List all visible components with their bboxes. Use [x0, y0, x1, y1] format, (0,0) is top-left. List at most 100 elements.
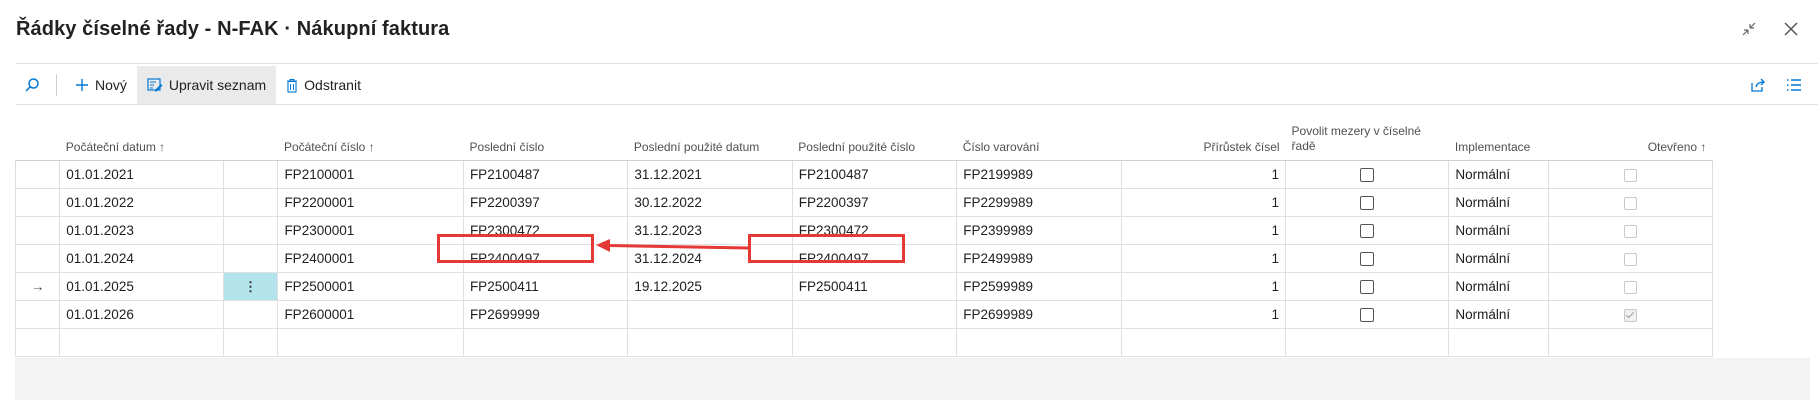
cell-last-no[interactable]: FP2100487	[462, 160, 629, 189]
empty-cell[interactable]	[1120, 328, 1287, 357]
cell-increment[interactable]: 1	[1120, 272, 1287, 301]
cell-last-date[interactable]	[627, 300, 793, 329]
cell-increment[interactable]: 1	[1120, 216, 1287, 245]
row-menu-button[interactable]	[222, 216, 279, 245]
col-header-last-no[interactable]: Poslední číslo	[463, 116, 628, 161]
col-header-warning-no[interactable]: Číslo varování	[956, 116, 1122, 161]
cell-start-no[interactable]: FP2100001	[277, 160, 464, 189]
collapse-icon[interactable]	[1738, 18, 1760, 40]
cell-implementation[interactable]: Normální	[1448, 188, 1549, 217]
col-header-last-used-no[interactable]: Poslední použité číslo	[792, 116, 957, 161]
empty-cell[interactable]	[462, 328, 629, 357]
cell-increment[interactable]: 1	[1120, 244, 1287, 273]
cell-start-date[interactable]: 01.01.2025	[59, 272, 224, 301]
col-header-allow-gaps[interactable]: Povolit mezery v číselné řadě	[1285, 116, 1449, 161]
empty-cell[interactable]	[1285, 328, 1450, 357]
cell-last-no[interactable]: FP2500411	[462, 272, 629, 301]
cell-allow-gaps[interactable]	[1285, 188, 1450, 217]
cell-implementation[interactable]: Normální	[1448, 216, 1549, 245]
empty-cell[interactable]	[1547, 328, 1713, 357]
cell-increment[interactable]: 1	[1120, 188, 1287, 217]
row-menu-button[interactable]	[222, 300, 279, 329]
cell-start-date[interactable]: 01.01.2023	[59, 216, 224, 245]
col-header-increment[interactable]: Přírůstek čísel	[1121, 116, 1286, 161]
cell-last-used-no[interactable]: FP2200397	[791, 188, 958, 217]
empty-cell[interactable]	[277, 328, 464, 357]
cell-warning-no[interactable]: FP2199989	[956, 160, 1122, 189]
cell-warning-no[interactable]: FP2699989	[956, 300, 1122, 329]
cell-warning-no[interactable]: FP2599989	[956, 272, 1122, 301]
col-header-start-date[interactable]: Počáteční datum ↑	[59, 116, 224, 161]
cell-last-no[interactable]: FP2200397	[462, 188, 629, 217]
allow-gaps-checkbox[interactable]	[1360, 196, 1375, 211]
cell-allow-gaps[interactable]	[1285, 244, 1450, 273]
table-row[interactable]: 01.01.2024 FP2400001 FP2400497 31.12.2024 FP…	[14, 244, 1810, 273]
cell-start-date[interactable]: 01.01.2026	[59, 300, 224, 329]
search-button[interactable]	[16, 66, 48, 104]
divider	[16, 104, 1818, 105]
window-controls	[1738, 18, 1802, 40]
cell-allow-gaps[interactable]	[1285, 300, 1450, 329]
new-button[interactable]: Nový	[65, 66, 137, 104]
col-header-last-date[interactable]: Poslední použité datum	[627, 116, 793, 161]
delete-button[interactable]: Odstranit	[276, 66, 371, 104]
cell-allow-gaps[interactable]	[1285, 216, 1450, 245]
table-row[interactable]: 01.01.2021 FP2100001 FP2100487 31.12.2021 FP…	[14, 160, 1810, 189]
cell-warning-no[interactable]: FP2299989	[956, 188, 1122, 217]
cell-implementation[interactable]: Normální	[1448, 244, 1549, 273]
col-header-open[interactable]: Otevřeno ↑	[1548, 116, 1713, 161]
cell-allow-gaps[interactable]	[1285, 272, 1450, 301]
list-view-icon[interactable]	[1786, 78, 1802, 92]
cell-start-date[interactable]: 01.01.2021	[59, 160, 224, 189]
share-icon[interactable]	[1750, 77, 1766, 93]
cell-last-date[interactable]: 31.12.2021	[627, 160, 793, 189]
cell-last-date[interactable]: 19.12.2025	[627, 272, 793, 301]
row-menu-button[interactable]	[222, 244, 279, 273]
cell-start-no[interactable]: FP2500001	[277, 272, 464, 301]
empty-cell[interactable]	[791, 328, 958, 357]
cell-start-date[interactable]: 01.01.2024	[59, 244, 224, 273]
cell-start-no[interactable]: FP2400001	[277, 244, 464, 273]
cell-open	[1547, 244, 1713, 273]
allow-gaps-checkbox[interactable]	[1360, 252, 1375, 267]
edit-list-button[interactable]: Upravit seznam	[136, 66, 277, 104]
row-menu-button[interactable]: ⋮	[222, 272, 279, 301]
cell-start-date[interactable]: 01.01.2022	[59, 188, 224, 217]
cell-implementation[interactable]: Normální	[1448, 272, 1549, 301]
cell-start-no[interactable]: FP2300001	[277, 216, 464, 245]
cell-implementation[interactable]: Normální	[1448, 160, 1549, 189]
empty-cell[interactable]	[59, 328, 224, 357]
cell-allow-gaps[interactable]	[1285, 160, 1450, 189]
cell-last-no[interactable]: FP2699999	[462, 300, 629, 329]
empty-cell[interactable]	[14, 328, 61, 357]
table-row[interactable]: 01.01.2026 FP2600001 FP2699999 FP2699989 1 No…	[14, 300, 1810, 329]
cell-increment[interactable]: 1	[1120, 160, 1287, 189]
cell-start-no[interactable]: FP2600001	[277, 300, 464, 329]
row-menu-button[interactable]	[222, 188, 279, 217]
empty-cell[interactable]	[222, 328, 279, 357]
cell-last-used-no[interactable]: FP2500411	[791, 272, 958, 301]
cell-warning-no[interactable]: FP2499989	[956, 244, 1122, 273]
table-row[interactable]: 01.01.2022 FP2200001 FP2200397 30.12.2022 FP…	[14, 188, 1810, 217]
cell-warning-no[interactable]: FP2399989	[956, 216, 1122, 245]
cell-increment[interactable]: 1	[1120, 300, 1287, 329]
cell-start-no[interactable]: FP2200001	[277, 188, 464, 217]
table-row[interactable]: → 01.01.2025 ⋮ FP2500001 FP2500411 19.12.2025…	[14, 272, 1810, 301]
cell-last-date[interactable]: 30.12.2022	[627, 188, 793, 217]
cell-last-used-no[interactable]	[791, 300, 958, 329]
allow-gaps-checkbox[interactable]	[1360, 308, 1375, 323]
col-header-start-no[interactable]: Počáteční číslo ↑	[277, 116, 464, 161]
allow-gaps-checkbox[interactable]	[1360, 280, 1375, 295]
cell-last-used-no[interactable]: FP2100487	[791, 160, 958, 189]
empty-cell[interactable]	[1448, 328, 1549, 357]
empty-cell[interactable]	[627, 328, 793, 357]
table-row[interactable]: 01.01.2023 FP2300001 FP2300472 31.12.2023 FP…	[14, 216, 1810, 245]
cell-implementation[interactable]: Normální	[1448, 300, 1549, 329]
close-icon[interactable]	[1780, 18, 1802, 40]
row-menu-button[interactable]	[222, 160, 279, 189]
empty-row[interactable]	[14, 328, 1810, 357]
allow-gaps-checkbox[interactable]	[1360, 168, 1375, 183]
col-header-implementation[interactable]: Implementace	[1448, 116, 1548, 161]
allow-gaps-checkbox[interactable]	[1360, 224, 1375, 239]
empty-cell[interactable]	[956, 328, 1122, 357]
